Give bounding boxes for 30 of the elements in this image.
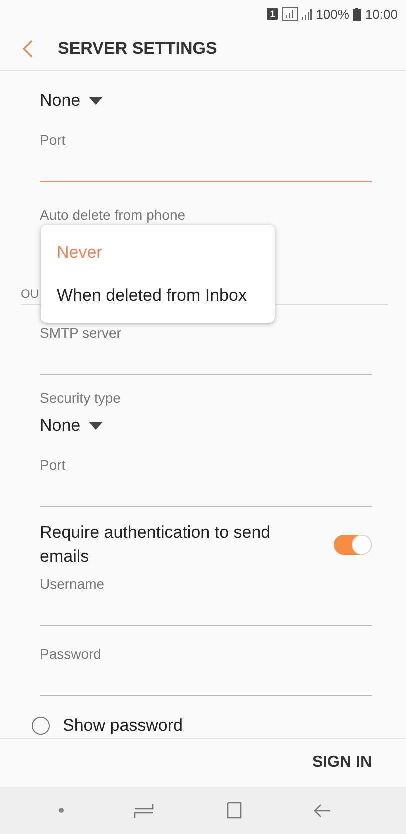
signal-icon [282, 7, 298, 21]
battery-percent: 100% [316, 6, 350, 22]
menu-option[interactable]: When deleted from Inbox [41, 274, 275, 317]
security-dropdown[interactable]: None [40, 90, 103, 112]
signal-icon [302, 8, 312, 20]
field-label: Security type [40, 389, 122, 407]
caret-icon [88, 422, 103, 430]
field-label: Port [40, 456, 67, 474]
back-icon[interactable] [312, 802, 331, 818]
sim-icon: 1 [267, 8, 278, 20]
radio-label: Show password [63, 716, 184, 736]
radio-button[interactable] [32, 717, 50, 735]
recent-apps-icon[interactable] [134, 802, 154, 818]
home-icon[interactable] [224, 802, 243, 820]
caret-icon [88, 97, 103, 105]
security-dropdown[interactable]: None [40, 415, 103, 437]
field-label: SMTP server [40, 324, 122, 342]
field-label: Username [40, 575, 106, 593]
toggle-label: Require authentication to send emails [40, 522, 272, 568]
section-heading: OU [21, 287, 39, 301]
page-title: SERVER SETTINGS [58, 39, 218, 59]
field-label: Password [40, 645, 102, 663]
status-time: 10:00 [365, 6, 398, 22]
field-label: Port [40, 131, 67, 149]
toggle-switch[interactable] [334, 535, 372, 555]
battery-icon [353, 8, 362, 20]
dot-icon[interactable] [59, 808, 64, 813]
sign-in-button[interactable]: SIGN IN [308, 748, 376, 778]
field-label: Auto delete from phone [40, 206, 187, 224]
back-icon[interactable] [22, 40, 34, 58]
